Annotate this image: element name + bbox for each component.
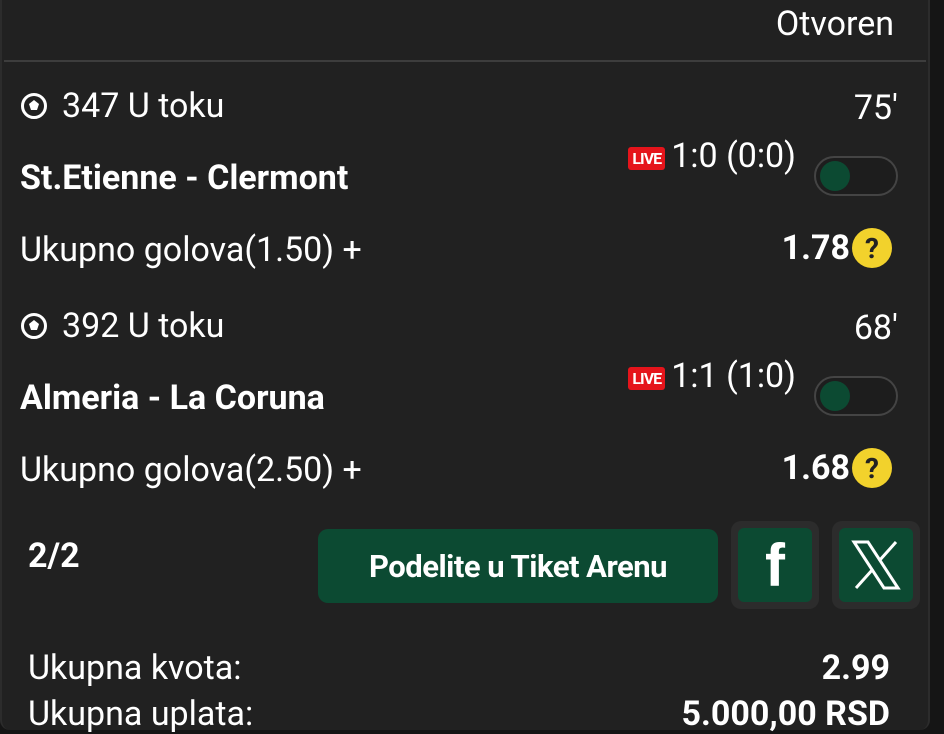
match-toggle[interactable] [814,156,898,196]
match-toggle[interactable] [814,376,898,416]
live-icon: LIVE [628,147,666,171]
ticket-status: Otvoren [775,4,894,44]
football-icon [21,313,47,339]
match-minute: 68' [853,308,898,348]
divider [4,60,926,62]
total-stake-label: Ukupna uplata: [28,694,254,734]
match-odd: 1.68 [781,448,850,488]
ticket-card: Otvoren 347 U toku 75' St.Etienne - Cler… [0,0,930,734]
total-odds-label: Ukupna kvota: [28,648,242,688]
total-odds-value: 2.99 [821,648,890,688]
toggle-knob [820,161,850,191]
match-event: 347 U toku [62,86,225,126]
match-count: 2/2 [28,536,80,576]
share-tiket-arena-button[interactable]: Podelite u Tiket Arenu [318,529,718,603]
match-score-wrap: LIVE 1:1 (1:0) [628,356,796,396]
match-minute: 75' [853,88,898,128]
x-icon [851,540,901,590]
facebook-icon-box: f [738,528,812,602]
question-icon[interactable]: ? [852,448,892,488]
x-share-button[interactable] [832,521,920,609]
question-icon[interactable]: ? [852,228,892,268]
match-odd-wrap: 1.68 ? [782,448,892,488]
toggle-knob [820,381,850,411]
match-teams: Almeria - La Coruna [20,378,325,418]
total-stake-value: 5.000,00 RSD [681,694,890,734]
facebook-share-button[interactable]: f [731,521,819,609]
match-odd-wrap: 1.78 ? [782,228,892,268]
match-score: 1:1 (1:0) [671,356,796,396]
match-odd: 1.78 [781,228,850,268]
match-market: Ukupno golova(1.50) + [20,230,362,270]
match-score-wrap: LIVE 1:0 (0:0) [628,136,796,176]
x-icon-box [839,528,913,602]
match-event-line: 392 U toku [20,306,224,346]
live-icon: LIVE [628,367,666,391]
football-icon [21,93,47,119]
match-market: Ukupno golova(2.50) + [20,450,362,490]
match-event: 392 U toku [62,306,225,346]
match-score: 1:0 (0:0) [671,136,796,176]
match-teams: St.Etienne - Clermont [20,158,349,198]
facebook-icon: f [765,531,785,599]
match-event-line: 347 U toku [20,86,224,126]
